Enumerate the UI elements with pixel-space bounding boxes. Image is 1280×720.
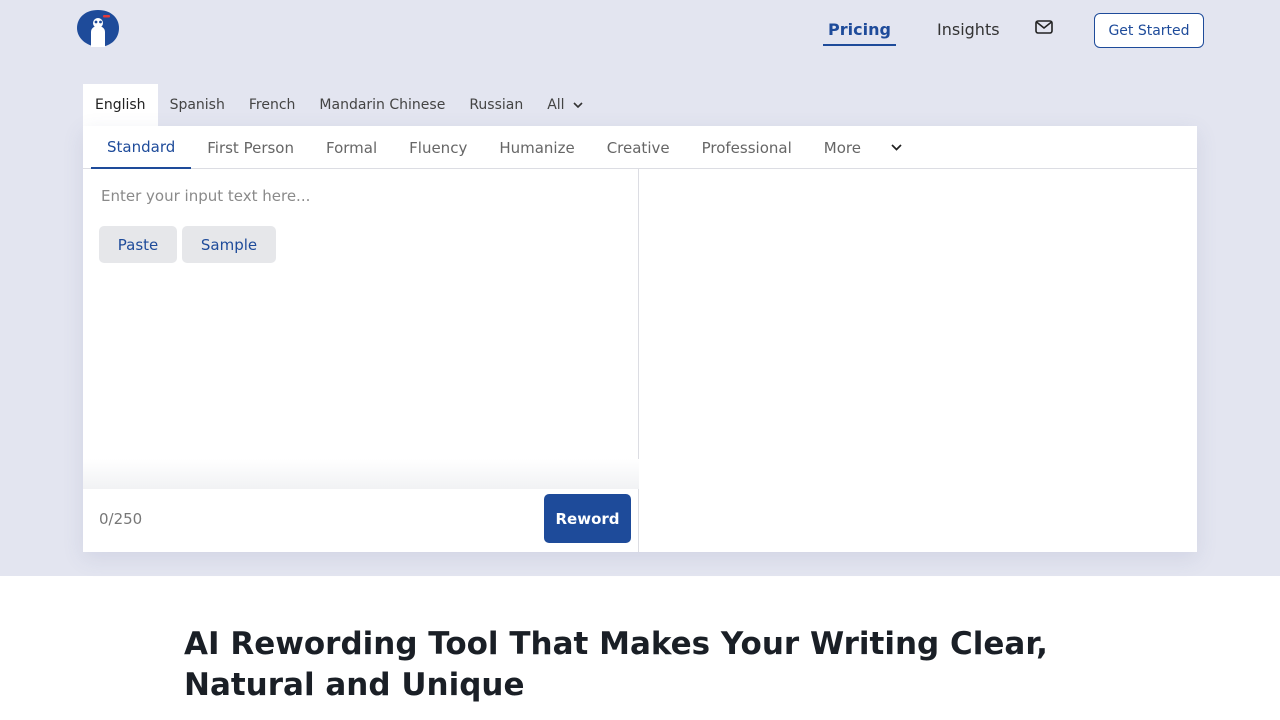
reword-button[interactable]: Reword xyxy=(544,494,631,543)
page-headline: AI Rewording Tool That Makes Your Writin… xyxy=(184,626,1048,703)
mode-tab-more[interactable]: More xyxy=(808,126,918,169)
chevron-down-icon xyxy=(573,102,583,108)
chevron-down-icon xyxy=(891,144,902,151)
nav-pricing[interactable]: Pricing xyxy=(823,20,896,46)
mode-tab-label: Fluency xyxy=(409,138,468,157)
mode-tab-label: Creative xyxy=(606,138,670,157)
input-textarea[interactable] xyxy=(91,177,631,477)
mode-tab-label: First Person xyxy=(207,138,294,157)
lang-tab-all[interactable]: All xyxy=(535,84,594,126)
mode-tab-professional[interactable]: Professional xyxy=(686,126,808,169)
mode-tab-label: Professional xyxy=(701,138,792,157)
mode-tab-label: Standard xyxy=(107,137,176,156)
lang-tab-label: French xyxy=(248,97,296,113)
mode-tab-humanize[interactable]: Humanize xyxy=(483,126,590,169)
lang-tab-label: All xyxy=(547,97,565,113)
lang-tab-mandarin-chinese[interactable]: Mandarin Chinese xyxy=(307,84,457,126)
rewording-editor: Standard First Person Formal Fluency Hum… xyxy=(83,126,1197,552)
input-pane: Paste Sample 0/250 Reword xyxy=(83,169,639,552)
lang-tab-french[interactable]: French xyxy=(237,84,308,126)
get-started-button[interactable]: Get Started xyxy=(1094,13,1204,48)
lang-tab-spanish[interactable]: Spanish xyxy=(158,84,237,126)
lang-tab-label: Russian xyxy=(469,97,524,113)
sample-button[interactable]: Sample xyxy=(182,226,276,263)
mode-tab-creative[interactable]: Creative xyxy=(591,126,686,169)
lang-tab-english[interactable]: English xyxy=(83,84,158,126)
mode-tab-first-person[interactable]: First Person xyxy=(191,126,310,169)
character-counter: 0/250 xyxy=(99,510,143,528)
language-tabs: English Spanish French Mandarin Chinese … xyxy=(83,84,595,126)
mode-tab-standard[interactable]: Standard xyxy=(91,126,192,169)
mode-tab-label: Formal xyxy=(326,138,378,157)
mode-tab-fluency[interactable]: Fluency xyxy=(393,126,483,169)
mode-tab-label: More xyxy=(823,138,861,157)
lang-tab-label: Mandarin Chinese xyxy=(319,97,446,113)
output-pane xyxy=(640,169,1197,552)
input-divider xyxy=(83,459,639,489)
lang-tab-label: English xyxy=(95,97,146,113)
mail-icon[interactable] xyxy=(1035,20,1053,34)
mode-tabs: Standard First Person Formal Fluency Hum… xyxy=(83,126,1197,169)
logo-icon[interactable] xyxy=(76,8,120,48)
lang-tab-label: Spanish xyxy=(169,97,225,113)
mode-tab-label: Humanize xyxy=(499,138,575,157)
paste-button[interactable]: Paste xyxy=(99,226,177,263)
mode-tab-formal[interactable]: Formal xyxy=(310,126,393,169)
lang-tab-russian[interactable]: Russian xyxy=(457,84,535,126)
nav-insights[interactable]: Insights xyxy=(937,20,1000,39)
